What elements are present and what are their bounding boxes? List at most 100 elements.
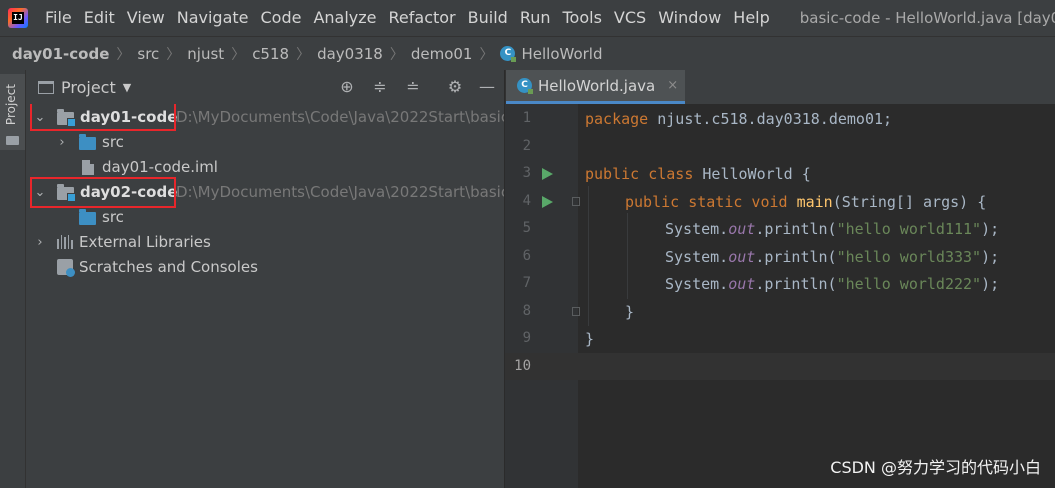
code-line-7: System.out.println("hello world222"); xyxy=(665,275,999,293)
code-static-field: out xyxy=(728,275,756,293)
breadcrumb-item-src[interactable]: src xyxy=(137,45,159,63)
java-class-icon: C xyxy=(517,78,533,94)
watermark: CSDN @努力学习的代码小白 xyxy=(830,458,1041,477)
gear-icon[interactable]: ⚙ xyxy=(446,78,464,96)
project-panel-header: Project ▼ ⊕ ≑ ≐ ⚙ — xyxy=(26,70,504,104)
class-icon-letter: C xyxy=(504,48,512,58)
breadcrumb-item-label: HelloWorld xyxy=(521,44,603,63)
menu-refactor[interactable]: Refactor xyxy=(385,0,460,36)
menu-bar: IJ File Edit View Navigate Code Analyze … xyxy=(0,0,1055,36)
class-icon-letter: C xyxy=(521,80,528,90)
locate-icon[interactable]: ⊕ xyxy=(338,78,356,96)
run-class-icon[interactable] xyxy=(542,168,553,180)
chevron-right-icon: 〉 xyxy=(231,46,246,63)
breadcrumb-item-day01-code[interactable]: day01-code xyxy=(12,45,109,63)
code-text: ); xyxy=(981,220,1000,238)
menu-help[interactable]: Help xyxy=(729,0,773,36)
library-icon xyxy=(57,235,73,249)
iml-file-icon xyxy=(82,160,94,175)
highlight-box xyxy=(30,104,176,131)
line-number: 8 xyxy=(522,303,531,319)
menu-analyze[interactable]: Analyze xyxy=(309,0,380,36)
menu-navigate[interactable]: Navigate xyxy=(173,0,253,36)
tree-item-scratches[interactable]: Scratches and Consoles xyxy=(26,255,504,280)
highlight-box xyxy=(30,177,176,208)
menu-code[interactable]: Code xyxy=(257,0,306,36)
chevron-right-icon: 〉 xyxy=(389,46,404,63)
menu-view[interactable]: View xyxy=(123,0,169,36)
tree-item-label: src xyxy=(102,133,124,151)
code-string: "hello world333" xyxy=(836,248,982,266)
project-tool-window-label: Project xyxy=(4,84,18,126)
code-static-field: out xyxy=(728,248,756,266)
chevron-right-icon: 〉 xyxy=(479,46,494,63)
code-line-4: public static void main(String[] args) { xyxy=(625,193,986,211)
code-editor[interactable] xyxy=(578,104,1055,488)
editor-tab-bar: C HelloWorld.java × xyxy=(505,70,1055,104)
code-string: "hello world111" xyxy=(836,220,982,238)
code-text: System. xyxy=(665,248,729,266)
project-view-icon xyxy=(38,80,54,94)
line-number: 3 xyxy=(522,165,531,181)
close-icon[interactable]: × xyxy=(667,78,678,93)
breadcrumb-item-njust[interactable]: njust xyxy=(187,45,224,63)
breadcrumb: day01-code 〉 src 〉 njust 〉 c518 〉 day031… xyxy=(0,36,1055,71)
breadcrumb-item-demo01[interactable]: demo01 xyxy=(411,45,473,63)
chevron-right-icon[interactable]: › xyxy=(55,135,69,150)
project-view-selector[interactable]: Project xyxy=(61,78,116,97)
menu-build[interactable]: Build xyxy=(464,0,512,36)
line-number: 2 xyxy=(522,138,531,154)
tree-item-src[interactable]: › src xyxy=(26,130,504,155)
project-tool-window-button[interactable]: Project xyxy=(0,74,25,150)
code-keyword: package xyxy=(585,110,649,128)
code-text: ); xyxy=(981,275,1000,293)
fold-icon[interactable] xyxy=(572,307,580,316)
minimize-icon[interactable]: — xyxy=(478,78,496,96)
line-number: 5 xyxy=(522,220,531,236)
code-text: .println( xyxy=(755,275,837,293)
code-line-9: } xyxy=(585,330,595,348)
tab-helloworld-java[interactable]: C HelloWorld.java × xyxy=(506,70,685,104)
breadcrumb-item-c518[interactable]: c518 xyxy=(252,45,289,63)
tree-item-external-libraries[interactable]: › External Libraries xyxy=(26,230,504,255)
expand-all-icon[interactable]: ≑ xyxy=(371,78,389,96)
window-title: basic-code - HelloWorld.java [day0 xyxy=(799,9,1055,27)
intellij-logo-icon: IJ xyxy=(8,8,28,28)
breadcrumb-item-day0318[interactable]: day0318 xyxy=(317,45,383,63)
java-class-icon: C xyxy=(500,46,517,62)
line-number: 1 xyxy=(522,110,531,126)
tree-item-src[interactable]: src xyxy=(26,205,504,230)
chevron-down-icon[interactable]: ▼ xyxy=(123,81,131,94)
menu-run[interactable]: Run xyxy=(516,0,555,36)
indent-guide xyxy=(627,213,628,299)
current-line-highlight xyxy=(505,353,1055,380)
breadcrumb-item-helloworld[interactable]: C HelloWorld xyxy=(500,44,603,63)
code-line-5: System.out.println("hello world111"); xyxy=(665,220,999,238)
menu-file[interactable]: File xyxy=(41,0,76,36)
code-text: .println( xyxy=(755,248,837,266)
chevron-right-icon[interactable]: › xyxy=(33,235,47,250)
menu-edit[interactable]: Edit xyxy=(80,0,119,36)
editor-gutter xyxy=(505,104,578,488)
chevron-right-icon: 〉 xyxy=(116,46,131,63)
collapse-all-icon[interactable]: ≐ xyxy=(404,78,422,96)
fold-icon[interactable] xyxy=(572,197,580,206)
code-static-field: out xyxy=(728,220,756,238)
source-folder-icon xyxy=(79,209,96,225)
line-number: 6 xyxy=(522,248,531,264)
code-keyword: public class xyxy=(585,165,694,183)
line-number-current: 10 xyxy=(514,358,531,374)
line-number: 4 xyxy=(522,193,531,209)
intellij-logo-text: IJ xyxy=(12,12,24,24)
menu-vcs[interactable]: VCS xyxy=(610,0,650,36)
code-string: "hello world222" xyxy=(836,275,982,293)
menu-tools[interactable]: Tools xyxy=(559,0,606,36)
run-main-icon[interactable] xyxy=(542,196,553,208)
code-text: .println( xyxy=(755,220,837,238)
tree-item-label: day01-code.iml xyxy=(102,158,218,176)
menu-window[interactable]: Window xyxy=(654,0,725,36)
folder-icon xyxy=(6,136,19,145)
code-line-6: System.out.println("hello world333"); xyxy=(665,248,999,266)
tree-item-label: External Libraries xyxy=(79,233,211,251)
code-line-1: package njust.c518.day0318.demo01; xyxy=(585,110,892,128)
